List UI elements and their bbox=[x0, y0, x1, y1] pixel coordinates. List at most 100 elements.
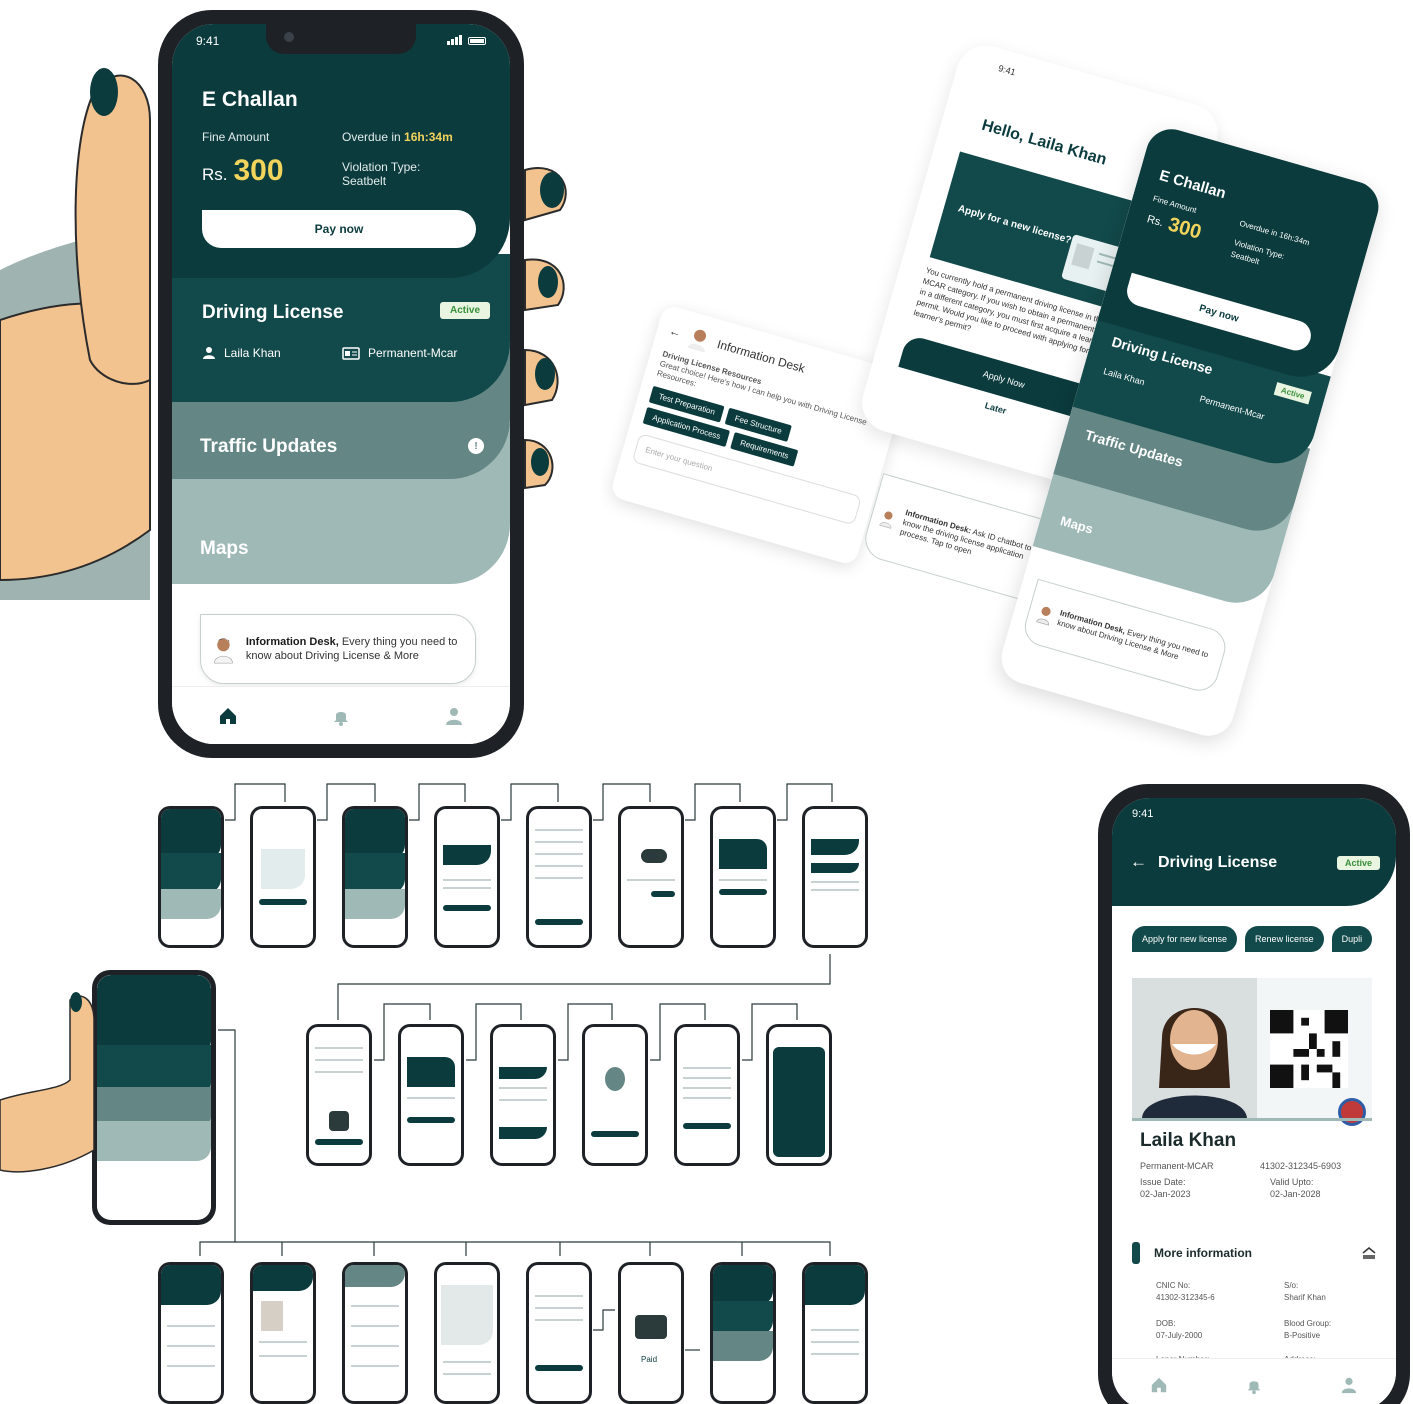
overdue-time: 16h:34m bbox=[404, 130, 453, 144]
blood-group-value: B-Positive bbox=[1284, 1331, 1321, 1340]
information-desk-text: Information Desk, Every thing you need t… bbox=[1056, 608, 1215, 671]
renew-license-button[interactable]: Renew license bbox=[1245, 926, 1324, 952]
collapse-icon[interactable] bbox=[1362, 1247, 1376, 1259]
e-challan-section: E Challan Fine Amount Overdue in 16h:34m… bbox=[172, 24, 510, 278]
avatar bbox=[214, 638, 233, 664]
section-marker bbox=[1132, 1242, 1140, 1264]
license-detail-screen: 9:41 ← Driving License Active Apply for … bbox=[1112, 798, 1396, 1404]
violation-label: Violation Type: bbox=[342, 160, 421, 174]
signal-icon bbox=[447, 34, 463, 48]
license-card bbox=[1132, 978, 1372, 1126]
flow-screen-category bbox=[618, 806, 684, 948]
flow-screen-home-updated bbox=[710, 1262, 776, 1404]
flow-screen-home bbox=[158, 806, 224, 948]
more-information-toggle[interactable]: More information bbox=[1132, 1242, 1376, 1264]
alert-badge-icon: ! bbox=[468, 438, 484, 454]
bottom-tab-bar bbox=[172, 686, 510, 744]
flow-screen-guide bbox=[710, 806, 776, 948]
fine-amount: Rs. 300 bbox=[202, 154, 284, 188]
license-status-badge: Active bbox=[439, 302, 490, 319]
duplicate-license-button[interactable]: Dupli bbox=[1331, 926, 1373, 952]
flow-screen-form bbox=[526, 806, 592, 948]
information-desk-card[interactable]: Information Desk, Every thing you need t… bbox=[200, 614, 476, 684]
license-page-title: Driving License bbox=[1158, 854, 1278, 871]
license-header: 9:41 ← Driving License Active bbox=[1112, 798, 1396, 906]
valid-upto-label: Valid Upto: bbox=[1270, 1177, 1314, 1187]
apply-new-license-button[interactable]: Apply for new license bbox=[1132, 926, 1238, 952]
license-actions: Apply for new license Renew license Dupl… bbox=[1132, 926, 1373, 952]
license-category: Permanent-MCAR bbox=[1140, 1161, 1214, 1171]
back-arrow-icon[interactable]: ← bbox=[667, 323, 682, 340]
flow-hand-illustration bbox=[0, 992, 95, 1173]
main-phone-screen: 9:41 Maps Traffic Updates ! Driving Lice… bbox=[172, 24, 510, 744]
violation-value: Seatbelt bbox=[342, 174, 387, 188]
main-phone: 9:41 Maps Traffic Updates ! Driving Lice… bbox=[158, 10, 524, 758]
flow-screen-traffic bbox=[342, 1262, 408, 1404]
showcase-canvas: 9:41 Maps Traffic Updates ! Driving Lice… bbox=[0, 0, 1413, 1404]
more-information-label: More information bbox=[1154, 1246, 1252, 1260]
flow-screen-calendar bbox=[674, 1024, 740, 1166]
status-time: 9:41 bbox=[196, 34, 220, 48]
flow-screen-payment bbox=[306, 1024, 372, 1166]
chatbot-mockup: ← Information Desk ✕ Driving License Res… bbox=[609, 303, 910, 567]
blood-group-label: Blood Group: bbox=[1284, 1319, 1332, 1328]
profile-icon[interactable] bbox=[444, 706, 464, 726]
overdue-label: Overdue in bbox=[342, 130, 401, 144]
flow-screen-maps bbox=[434, 1262, 500, 1404]
issue-date-value: 02-Jan-2023 bbox=[1140, 1189, 1191, 1199]
flow-screen-result bbox=[582, 1024, 648, 1166]
currency: Rs. bbox=[1145, 213, 1165, 230]
flow-screen-info-desk bbox=[802, 1262, 868, 1404]
valid-upto-value: 02-Jan-2028 bbox=[1270, 1189, 1321, 1199]
seal-icon bbox=[1338, 1098, 1366, 1126]
amount-value: 300 bbox=[1165, 213, 1204, 244]
flow-screen-license bbox=[250, 1262, 316, 1404]
home-icon[interactable] bbox=[218, 706, 238, 726]
information-desk-description: Every thing you need to know about Drivi… bbox=[1056, 617, 1210, 662]
cnic-value: 41302-312345-6 bbox=[1156, 1293, 1215, 1302]
flow-home-phone bbox=[92, 970, 216, 1225]
information-desk-title: Information Desk, bbox=[245, 636, 339, 648]
paid-label: Paid bbox=[641, 1355, 658, 1364]
father-label: S/o: bbox=[1284, 1281, 1299, 1290]
dob-label: DOB: bbox=[1156, 1319, 1176, 1328]
flow-screen-challan-list bbox=[158, 1262, 224, 1404]
flow-screen-hello bbox=[250, 806, 316, 948]
flow-screen-medical bbox=[802, 806, 868, 948]
profile-icon[interactable] bbox=[1340, 1376, 1358, 1394]
back-arrow-icon[interactable]: ← bbox=[1130, 852, 1147, 872]
information-desk-card[interactable]: Information Desk, Every thing you need t… bbox=[1020, 578, 1231, 696]
avatar bbox=[879, 511, 893, 529]
card-divider bbox=[1132, 1118, 1372, 1121]
status-time: 9:41 bbox=[1132, 808, 1154, 820]
status-icons bbox=[447, 34, 486, 48]
license-holder-name: Laila Khan bbox=[1102, 366, 1146, 388]
status-bar: 9:41 bbox=[196, 34, 486, 48]
home-icon[interactable] bbox=[1150, 1376, 1168, 1394]
information-desk-text: Information Desk, Every thing you need t… bbox=[246, 635, 465, 663]
license-detail-phone: 9:41 ← Driving License Active Apply for … bbox=[1098, 784, 1410, 1404]
dob-value: 07-July-2000 bbox=[1156, 1331, 1203, 1340]
bottom-tab-bar bbox=[1112, 1358, 1396, 1404]
license-status-badge: Active bbox=[1273, 382, 1312, 405]
cnic-label: CNIC No: bbox=[1156, 1281, 1191, 1290]
license-holder-name: Laila Khan bbox=[1140, 1130, 1237, 1151]
flow-screen-appointment bbox=[766, 1024, 832, 1166]
license-holder-name: Laila Khan bbox=[224, 346, 281, 360]
flow-screen-home-alt bbox=[342, 806, 408, 948]
flow-screen-paid: Paid bbox=[618, 1262, 684, 1404]
battery-icon bbox=[468, 37, 486, 45]
fine-amount-label: Fine Amount bbox=[1151, 193, 1198, 215]
flow-screen-apply bbox=[434, 806, 500, 948]
bell-icon[interactable] bbox=[331, 706, 351, 726]
license-holder: Laila Khan bbox=[202, 346, 281, 360]
license-category-value: Permanent-Mcar bbox=[368, 346, 458, 360]
maps-title: Maps bbox=[1058, 513, 1095, 537]
flow-screen-pay-fine bbox=[526, 1262, 592, 1404]
pay-now-button[interactable]: Pay now bbox=[202, 210, 476, 248]
father-value: Sharif Khan bbox=[1284, 1293, 1326, 1302]
amount-value: 300 bbox=[233, 154, 284, 187]
apply-license-card-text: Apply for a new license? bbox=[956, 203, 1073, 247]
license-status-badge: Active bbox=[1336, 856, 1380, 870]
bell-icon[interactable] bbox=[1245, 1376, 1263, 1394]
